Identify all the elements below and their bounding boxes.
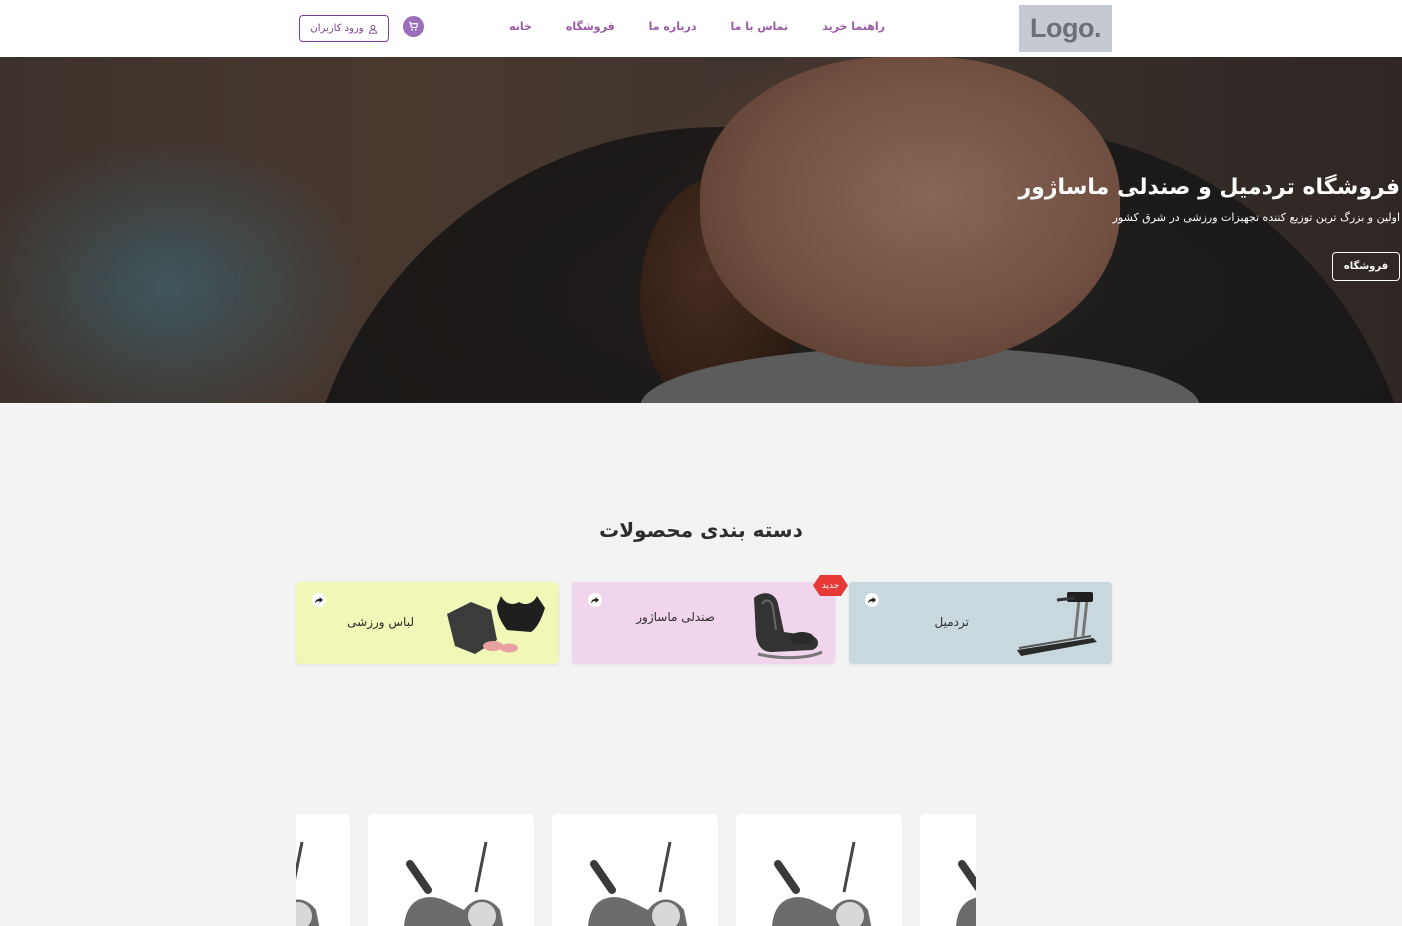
login-button[interactable]: ورود کاربران xyxy=(299,15,389,42)
cart-button[interactable] xyxy=(403,16,424,37)
category-label-massage-chair: صندلی ماساژور xyxy=(636,610,715,624)
share-icon[interactable] xyxy=(865,593,879,607)
categories-title: دسته بندی محصولات xyxy=(599,518,803,542)
product-card[interactable] xyxy=(368,814,534,926)
sportswear-image xyxy=(447,596,545,654)
logo[interactable]: Logo. xyxy=(1019,5,1112,52)
hero-subtitle: اولین و بزرگ ترین توزیع کننده تجهیزات ور… xyxy=(1112,211,1400,224)
hero-text-block: فروشگاه تردمیل و صندلی ماساژور اولین و ب… xyxy=(1019,175,1400,224)
nav-item-buying-guide[interactable]: راهنما خرید xyxy=(822,20,885,33)
exercise-bike-image xyxy=(956,860,976,926)
share-icon[interactable] xyxy=(588,593,602,607)
share-icon[interactable] xyxy=(312,593,326,607)
product-card[interactable] xyxy=(552,814,718,926)
product-carousel[interactable] xyxy=(296,814,976,926)
category-label-sportswear: لباس ورزشی xyxy=(347,615,414,629)
main-nav: خانه فروشگاه درباره ما تماس با ما راهنما… xyxy=(509,20,885,33)
user-icon xyxy=(368,24,377,34)
hero-shop-button[interactable]: فروشگاه xyxy=(1332,252,1400,281)
exercise-bike-image xyxy=(588,841,688,926)
logo-text: Logo. xyxy=(1030,13,1101,43)
hero-banner: فروشگاه تردمیل و صندلی ماساژور اولین و ب… xyxy=(0,57,1402,403)
new-badge: جدید xyxy=(813,575,848,596)
nav-item-about[interactable]: درباره ما xyxy=(649,20,697,33)
exercise-bike-image xyxy=(404,841,504,926)
exercise-bike-image xyxy=(296,841,320,926)
cart-icon xyxy=(408,21,419,31)
massage-chair-image xyxy=(754,593,823,660)
treadmill-image xyxy=(1017,592,1097,656)
category-label-treadmill: تردمیل xyxy=(934,615,969,629)
site-header: Logo. خانه فروشگاه درباره ما تماس با ما … xyxy=(0,0,1402,57)
product-card[interactable] xyxy=(920,814,976,926)
nav-item-contact[interactable]: تماس با ما xyxy=(731,20,789,33)
nav-item-home[interactable]: خانه xyxy=(509,20,532,33)
product-card[interactable] xyxy=(736,814,902,926)
category-card-massage-chair[interactable]: صندلی ماساژور xyxy=(572,582,835,664)
category-card-sportswear[interactable]: لباس ورزشی xyxy=(296,582,559,664)
hero-title: فروشگاه تردمیل و صندلی ماساژور xyxy=(1018,175,1400,200)
category-card-treadmill[interactable]: تردمیل xyxy=(849,582,1112,664)
login-label: ورود کاربران xyxy=(310,23,364,34)
product-card[interactable] xyxy=(296,814,350,926)
hero-overlay xyxy=(0,57,1402,403)
exercise-bike-image xyxy=(772,841,872,926)
nav-item-shop[interactable]: فروشگاه xyxy=(566,20,615,33)
